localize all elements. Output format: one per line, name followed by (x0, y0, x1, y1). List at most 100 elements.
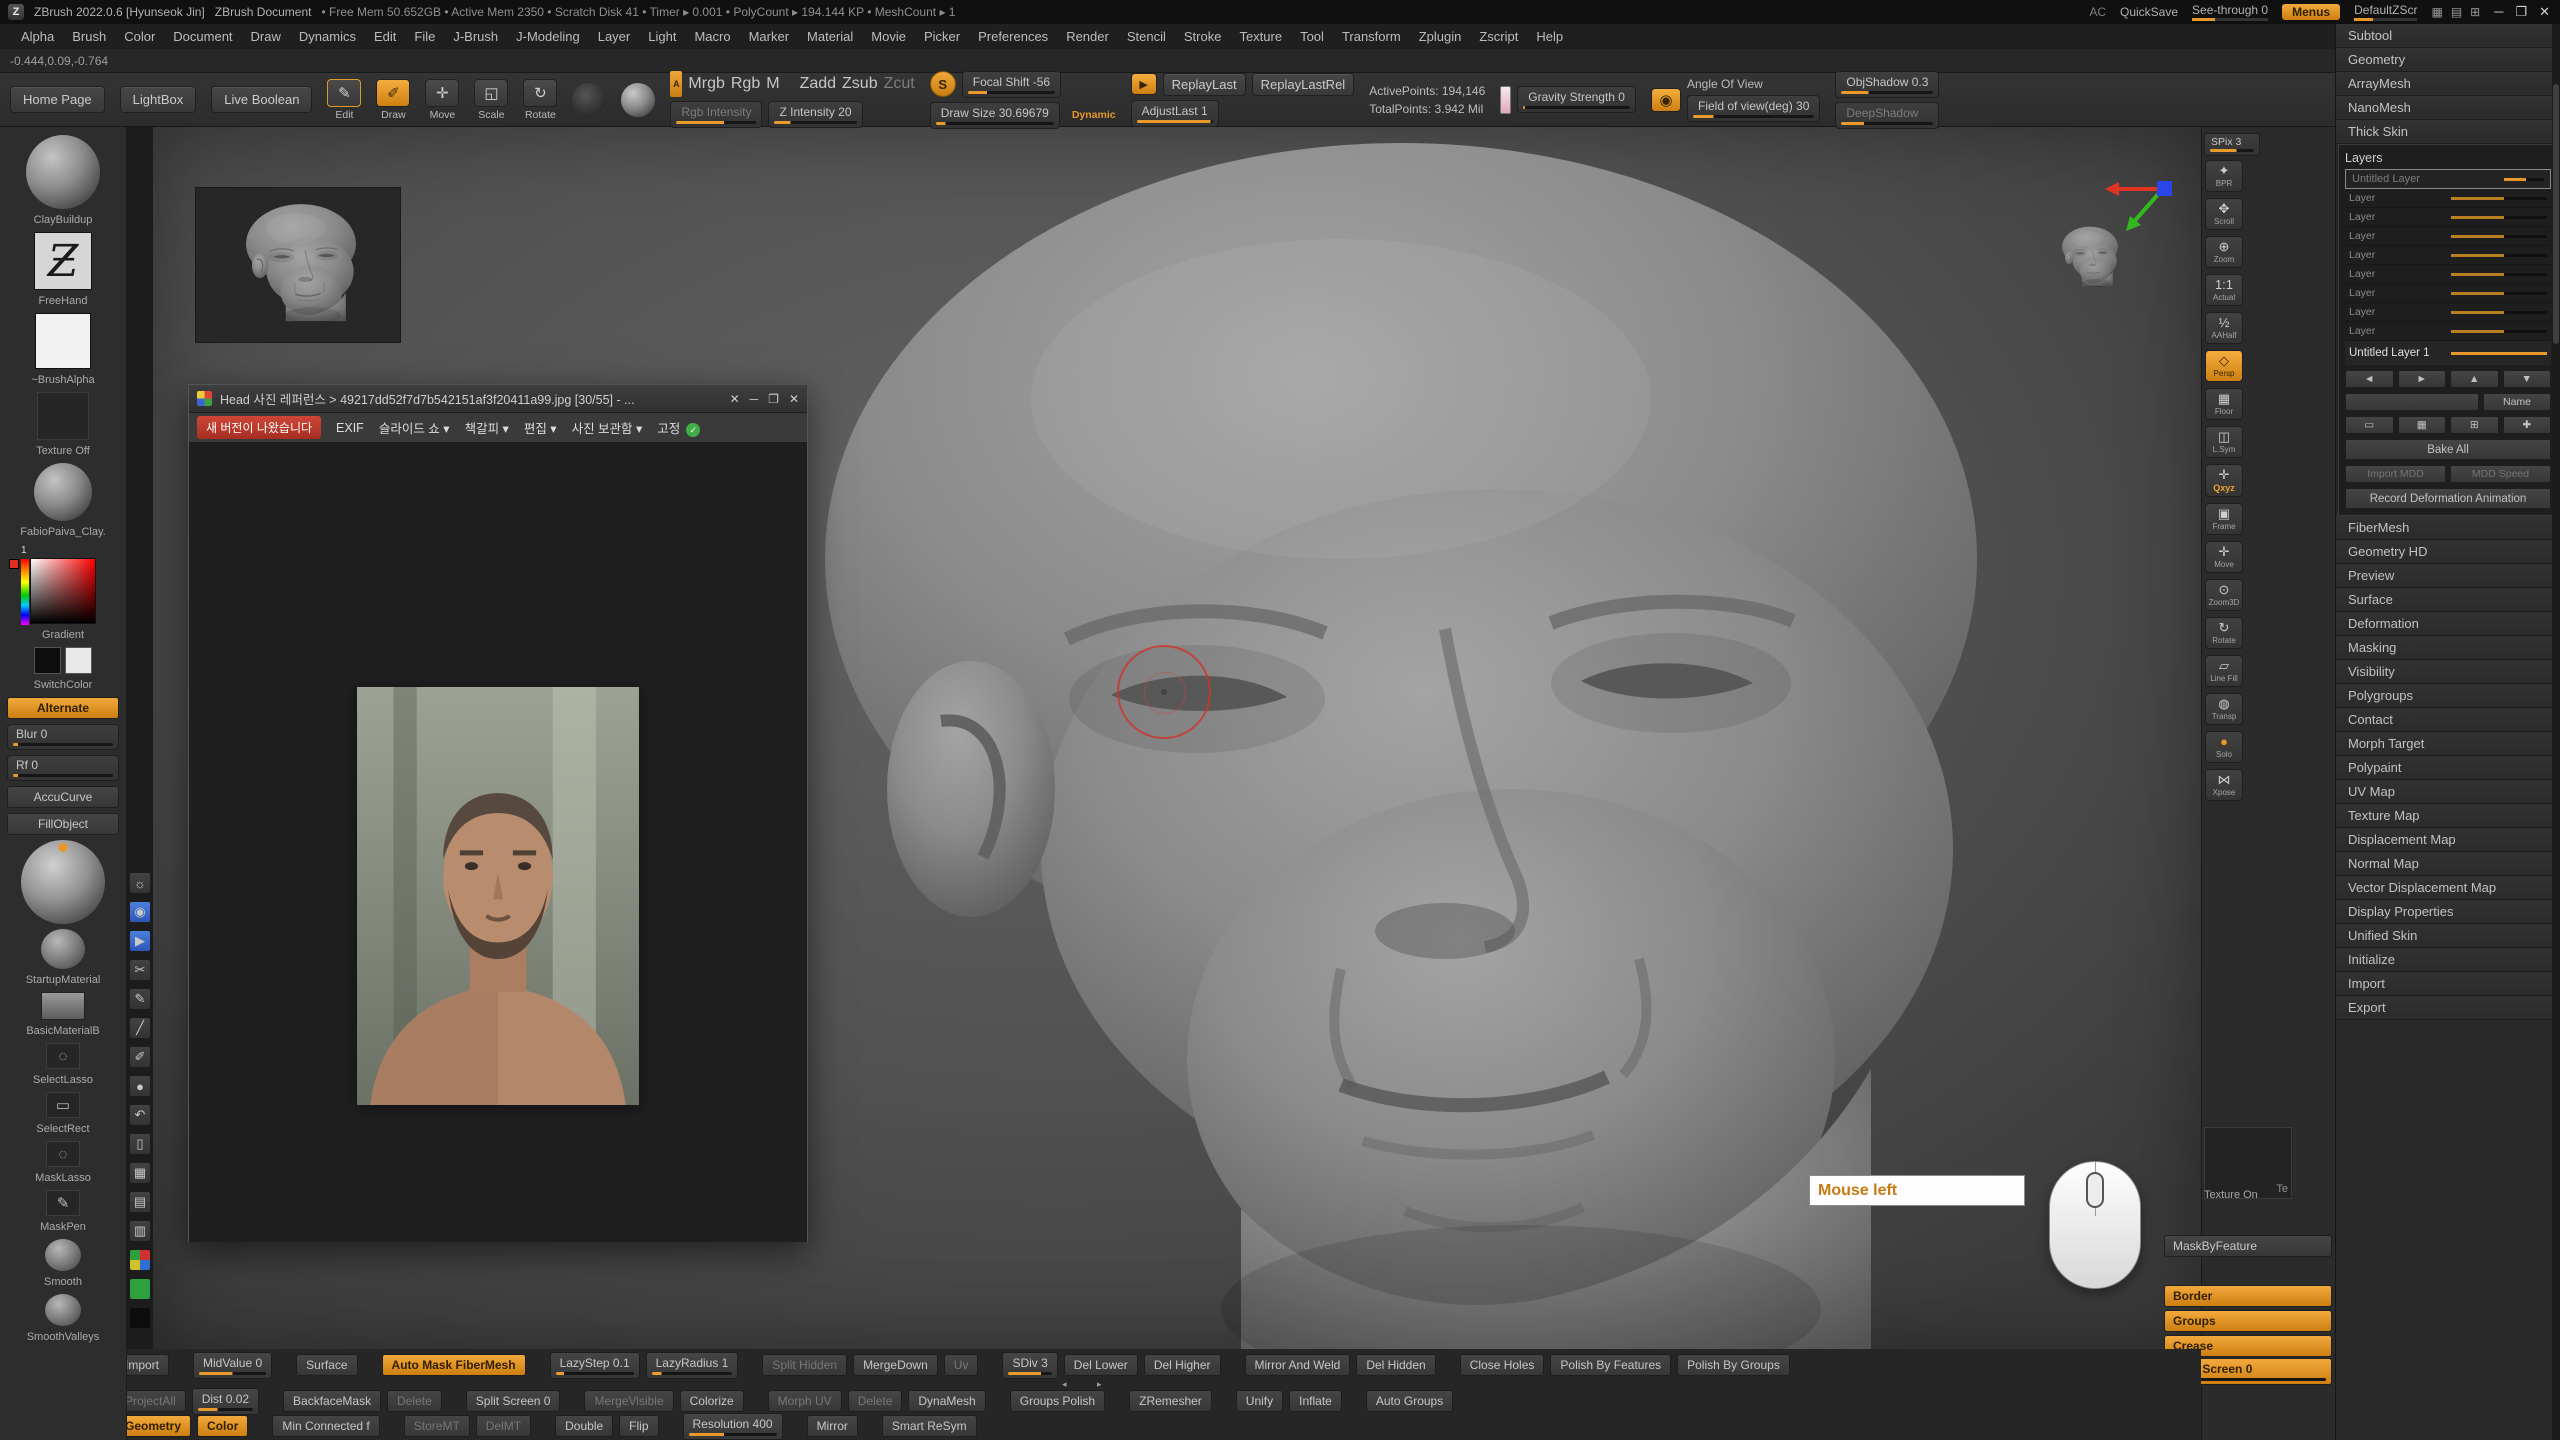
menu-item[interactable]: Marker (742, 27, 796, 46)
layer-tool-button[interactable]: ⊞ (2450, 416, 2499, 434)
palette-section[interactable]: Visibility (2336, 660, 2560, 684)
palette-section[interactable]: Thick Skin (2336, 120, 2560, 144)
menu-item[interactable]: Brush (65, 27, 113, 46)
bottom-button[interactable]: Split Hidden (762, 1354, 847, 1376)
stroke-thumbnail[interactable]: Ƶ (34, 232, 92, 290)
palette-section[interactable]: UV Map (2336, 780, 2560, 804)
menu-item[interactable]: Light (641, 27, 683, 46)
menu-item[interactable]: Preferences (971, 27, 1055, 46)
green-swatch[interactable] (129, 1278, 151, 1300)
paint-mode-button[interactable]: Rgb (731, 75, 760, 93)
palette-section[interactable]: Normal Map (2336, 852, 2560, 876)
current-material-ball[interactable] (21, 840, 105, 924)
bottom-button[interactable]: Delete (848, 1390, 903, 1412)
photo-menu-item[interactable]: 슬라이드 쇼 ▾ (379, 418, 450, 437)
menu-item[interactable]: Layer (591, 27, 638, 46)
bottom-button[interactable]: Del Lower (1064, 1354, 1138, 1376)
photo-menu-item[interactable]: 책갈피 ▾ (465, 418, 509, 437)
menu-item[interactable]: Color (117, 27, 162, 46)
bottom-button[interactable]: Unify (1236, 1390, 1283, 1412)
adjust-last-slider[interactable]: AdjustLast 1 (1131, 100, 1219, 127)
fill-object-button[interactable]: FillObject (7, 813, 119, 835)
palette-section[interactable]: ArrayMesh (2336, 72, 2560, 96)
palette-section[interactable]: Subtool (2336, 24, 2560, 48)
smooth-brush-thumbnail[interactable] (45, 1239, 81, 1271)
palette-section[interactable]: Preview (2336, 564, 2560, 588)
dynamic-label[interactable]: Dynamic (1072, 109, 1116, 121)
default-zscript-button[interactable]: DefaultZScr (2354, 3, 2417, 22)
move-icon[interactable]: ✛Move (2205, 541, 2243, 573)
mask-pen-icon[interactable]: ✎ (46, 1190, 80, 1216)
document-preview-thumbnail[interactable] (195, 187, 401, 343)
pencil-icon[interactable]: ✎ (129, 988, 151, 1010)
switch-color-swatches[interactable] (34, 647, 92, 674)
eye-icon[interactable]: ◉ (129, 901, 151, 923)
palette-section[interactable]: Geometry HD (2336, 540, 2560, 564)
basic-material-thumbnail[interactable] (41, 992, 85, 1020)
menus-button[interactable]: Menus (2282, 4, 2340, 20)
material-thumbnail[interactable] (34, 463, 92, 521)
window-control-button[interactable]: ❐ (2515, 4, 2527, 20)
palette-section[interactable]: Displacement Map (2336, 828, 2560, 852)
home-page-button[interactable]: Home Page (10, 86, 105, 113)
layer-row[interactable]: Layer (2345, 284, 2551, 303)
bottom-button[interactable]: DynaMesh (908, 1390, 985, 1412)
bottom-button[interactable]: StoreMT (404, 1415, 470, 1437)
reference-photo-window[interactable]: Head 사진 레퍼런스 > 49217dd52f7d7b542151af3f2… (188, 384, 808, 1242)
menu-item[interactable]: J-Brush (446, 27, 505, 46)
palette-section[interactable]: Display Properties (2336, 900, 2560, 924)
record-deformation-button[interactable]: Record Deformation Animation (2345, 488, 2551, 509)
ruler-icon[interactable]: ╱ (129, 1017, 151, 1039)
paint-mode-button[interactable]: M (766, 75, 779, 93)
menu-item[interactable]: Picker (917, 27, 967, 46)
layer-row[interactable]: Layer (2345, 246, 2551, 265)
smooth-valleys-thumbnail[interactable] (45, 1294, 81, 1326)
menu-item[interactable]: Material (800, 27, 860, 46)
rotate-button[interactable]: ↻ Rotate (523, 79, 557, 121)
palette-section[interactable]: Polygroups (2336, 684, 2560, 708)
border-button[interactable]: Border (2164, 1285, 2332, 1307)
gyro-picker[interactable] (572, 83, 606, 117)
select-rect-icon[interactable]: ▭ (46, 1092, 80, 1118)
sculpt-mode-button[interactable]: Zcut (884, 75, 915, 93)
document-canvas[interactable]: Mouse left Head 사진 레퍼런스 > 49217dd52f7d7b… (153, 127, 2201, 1349)
layer-name-button[interactable]: Name (2483, 393, 2551, 411)
layer-blank-button[interactable] (2345, 393, 2479, 411)
bottom-button[interactable]: Del Higher (1144, 1354, 1221, 1376)
bottom-button[interactable]: Polish By Features (1550, 1354, 1671, 1376)
bottom-button[interactable]: Del Hidden (1356, 1354, 1435, 1376)
lsym-icon[interactable]: ◫L.Sym (2205, 426, 2243, 458)
mask-lasso-icon[interactable]: ◌ (46, 1141, 80, 1167)
palette-icon[interactable] (129, 1249, 151, 1271)
bottom-button[interactable]: MergeVisible (584, 1390, 673, 1412)
bottom-button[interactable]: Surface (296, 1354, 357, 1376)
bottom-button[interactable]: Dist 0.02 (192, 1388, 259, 1415)
trash-icon[interactable]: ▯ (129, 1133, 151, 1155)
window-control-button[interactable]: ✕ (2539, 4, 2550, 20)
select-lasso-icon[interactable]: ◌ (46, 1043, 80, 1069)
menu-item[interactable]: Texture (1232, 27, 1289, 46)
menu-item[interactable]: Render (1059, 27, 1116, 46)
black-swatch[interactable] (129, 1307, 151, 1329)
photo-window-control[interactable]: ❐ (768, 392, 779, 406)
undo-icon[interactable]: ↶ (129, 1104, 151, 1126)
palette-section[interactable]: Vector Displacement Map (2336, 876, 2560, 900)
deep-shadow-slider[interactable]: DeepShadow (1835, 102, 1939, 129)
texture-on-label[interactable]: Texture On (2164, 1189, 2332, 1201)
rotate-icon[interactable]: ↻Rotate (2205, 617, 2243, 649)
alternate-button[interactable]: Alternate (7, 697, 119, 719)
menu-item[interactable]: J-Modeling (509, 27, 587, 46)
menu-item[interactable]: Macro (687, 27, 737, 46)
move-button[interactable]: ✛ Move (425, 79, 459, 121)
palette-section[interactable]: Deformation (2336, 612, 2560, 636)
mdd-speed-slider[interactable]: MDD Speed (2450, 465, 2551, 483)
stroke-s-icon[interactable]: S (930, 71, 956, 97)
layer-tool-button[interactable]: ✚ (2503, 416, 2552, 434)
menu-item[interactable]: Zplugin (1412, 27, 1469, 46)
photo-window-control[interactable]: ✕ (730, 392, 740, 406)
bottom-button[interactable]: Morph UV (768, 1390, 842, 1412)
bottom-button[interactable]: Uv (944, 1354, 979, 1376)
auto-tab[interactable]: A (670, 71, 682, 97)
menu-item[interactable]: Stroke (1177, 27, 1229, 46)
texture-thumbnail[interactable] (37, 392, 89, 440)
